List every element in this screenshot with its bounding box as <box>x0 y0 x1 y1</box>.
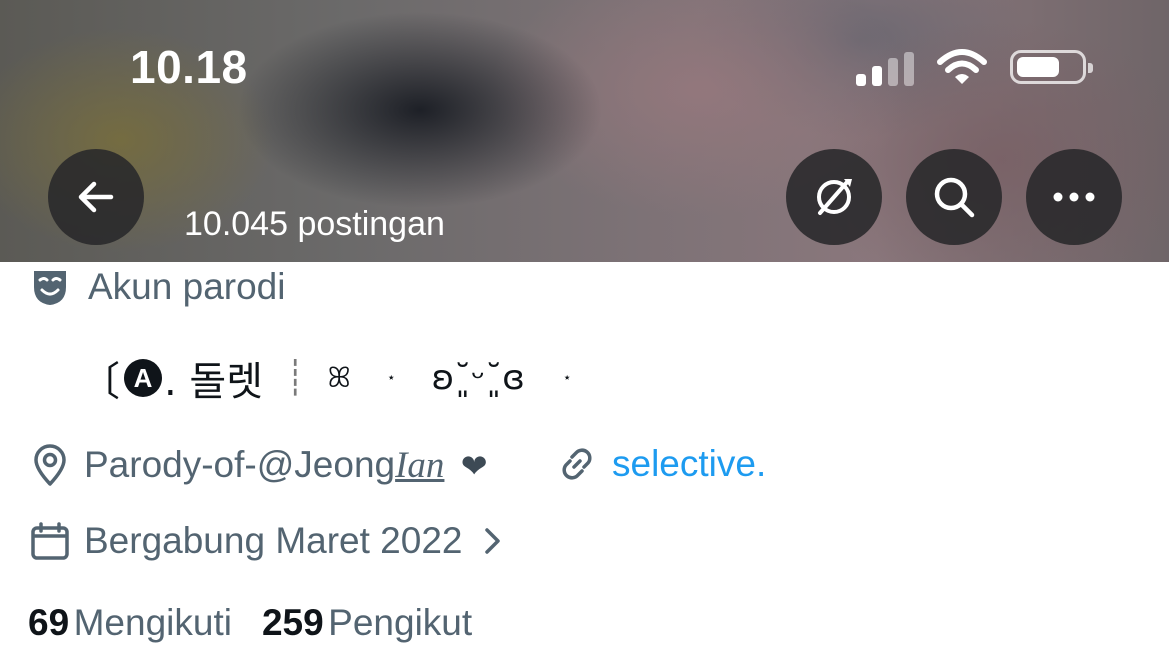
chevron-right-icon <box>484 528 500 554</box>
location-row: Parody-of-@JeongIan ❤ <box>30 443 488 487</box>
bio-decor-2: ʚ˘͈ᵕ˘͈ɞ <box>431 358 525 398</box>
back-arrow-icon <box>78 181 114 213</box>
website-link[interactable]: selective. <box>612 443 766 485</box>
website-row[interactable]: selective. <box>556 443 766 485</box>
bio-decor-1: ꕤ <box>327 361 351 394</box>
wifi-icon <box>937 49 987 84</box>
parody-label-text: Akun parodi <box>88 266 286 307</box>
followers-stat[interactable]: 259 Pengikut <box>262 602 472 644</box>
search-button[interactable] <box>906 149 1002 245</box>
bio-badge: A <box>124 359 162 397</box>
bio: 〔 A . 돌렛 ┊ ꕤ ⋆ ʚ˘͈ᵕ˘͈ɞ ⋆ <box>80 352 572 405</box>
profile-header-banner: 10.18 10.045 postingan <box>0 0 1169 262</box>
followers-label: Pengikut <box>328 602 473 643</box>
bio-star-1: ⋆ <box>386 370 396 386</box>
joined-text: Bergabung Maret 2022 <box>84 520 463 561</box>
bio-name: . 돌렛 <box>164 359 264 405</box>
more-options-button[interactable] <box>1026 149 1122 245</box>
bio-bracket: 〔 <box>80 359 120 405</box>
bio-star-2: ⋆ <box>562 370 572 386</box>
parody-account-label: Akun parodi <box>30 266 285 308</box>
link-icon <box>562 448 592 480</box>
followers-count: 259 <box>261 602 324 643</box>
more-icon <box>1053 192 1095 202</box>
status-time: 10.18 <box>130 41 248 93</box>
cellular-signal-icon <box>856 52 914 86</box>
following-count: 69 <box>28 602 70 643</box>
following-label: Mengikuti <box>73 602 232 643</box>
bio-divider: ┊ <box>285 358 306 398</box>
explore-slash-icon <box>817 179 852 215</box>
search-icon <box>934 177 975 218</box>
location-pin-icon <box>34 444 66 486</box>
following-stat[interactable]: 69 Mengikuti <box>28 602 232 644</box>
explore-button[interactable] <box>786 149 882 245</box>
post-count: 10.045 postingan <box>184 205 445 243</box>
follow-stats: 69 Mengikuti 259 Pengikut <box>28 602 472 644</box>
battery-icon <box>1010 50 1093 84</box>
parody-mask-icon <box>34 271 66 305</box>
joined-row[interactable]: Bergabung Maret 2022 <box>30 520 505 562</box>
location-text: Parody-of-@JeongIan ❤ <box>84 443 488 486</box>
back-button[interactable] <box>48 149 144 245</box>
calendar-icon <box>31 522 69 560</box>
